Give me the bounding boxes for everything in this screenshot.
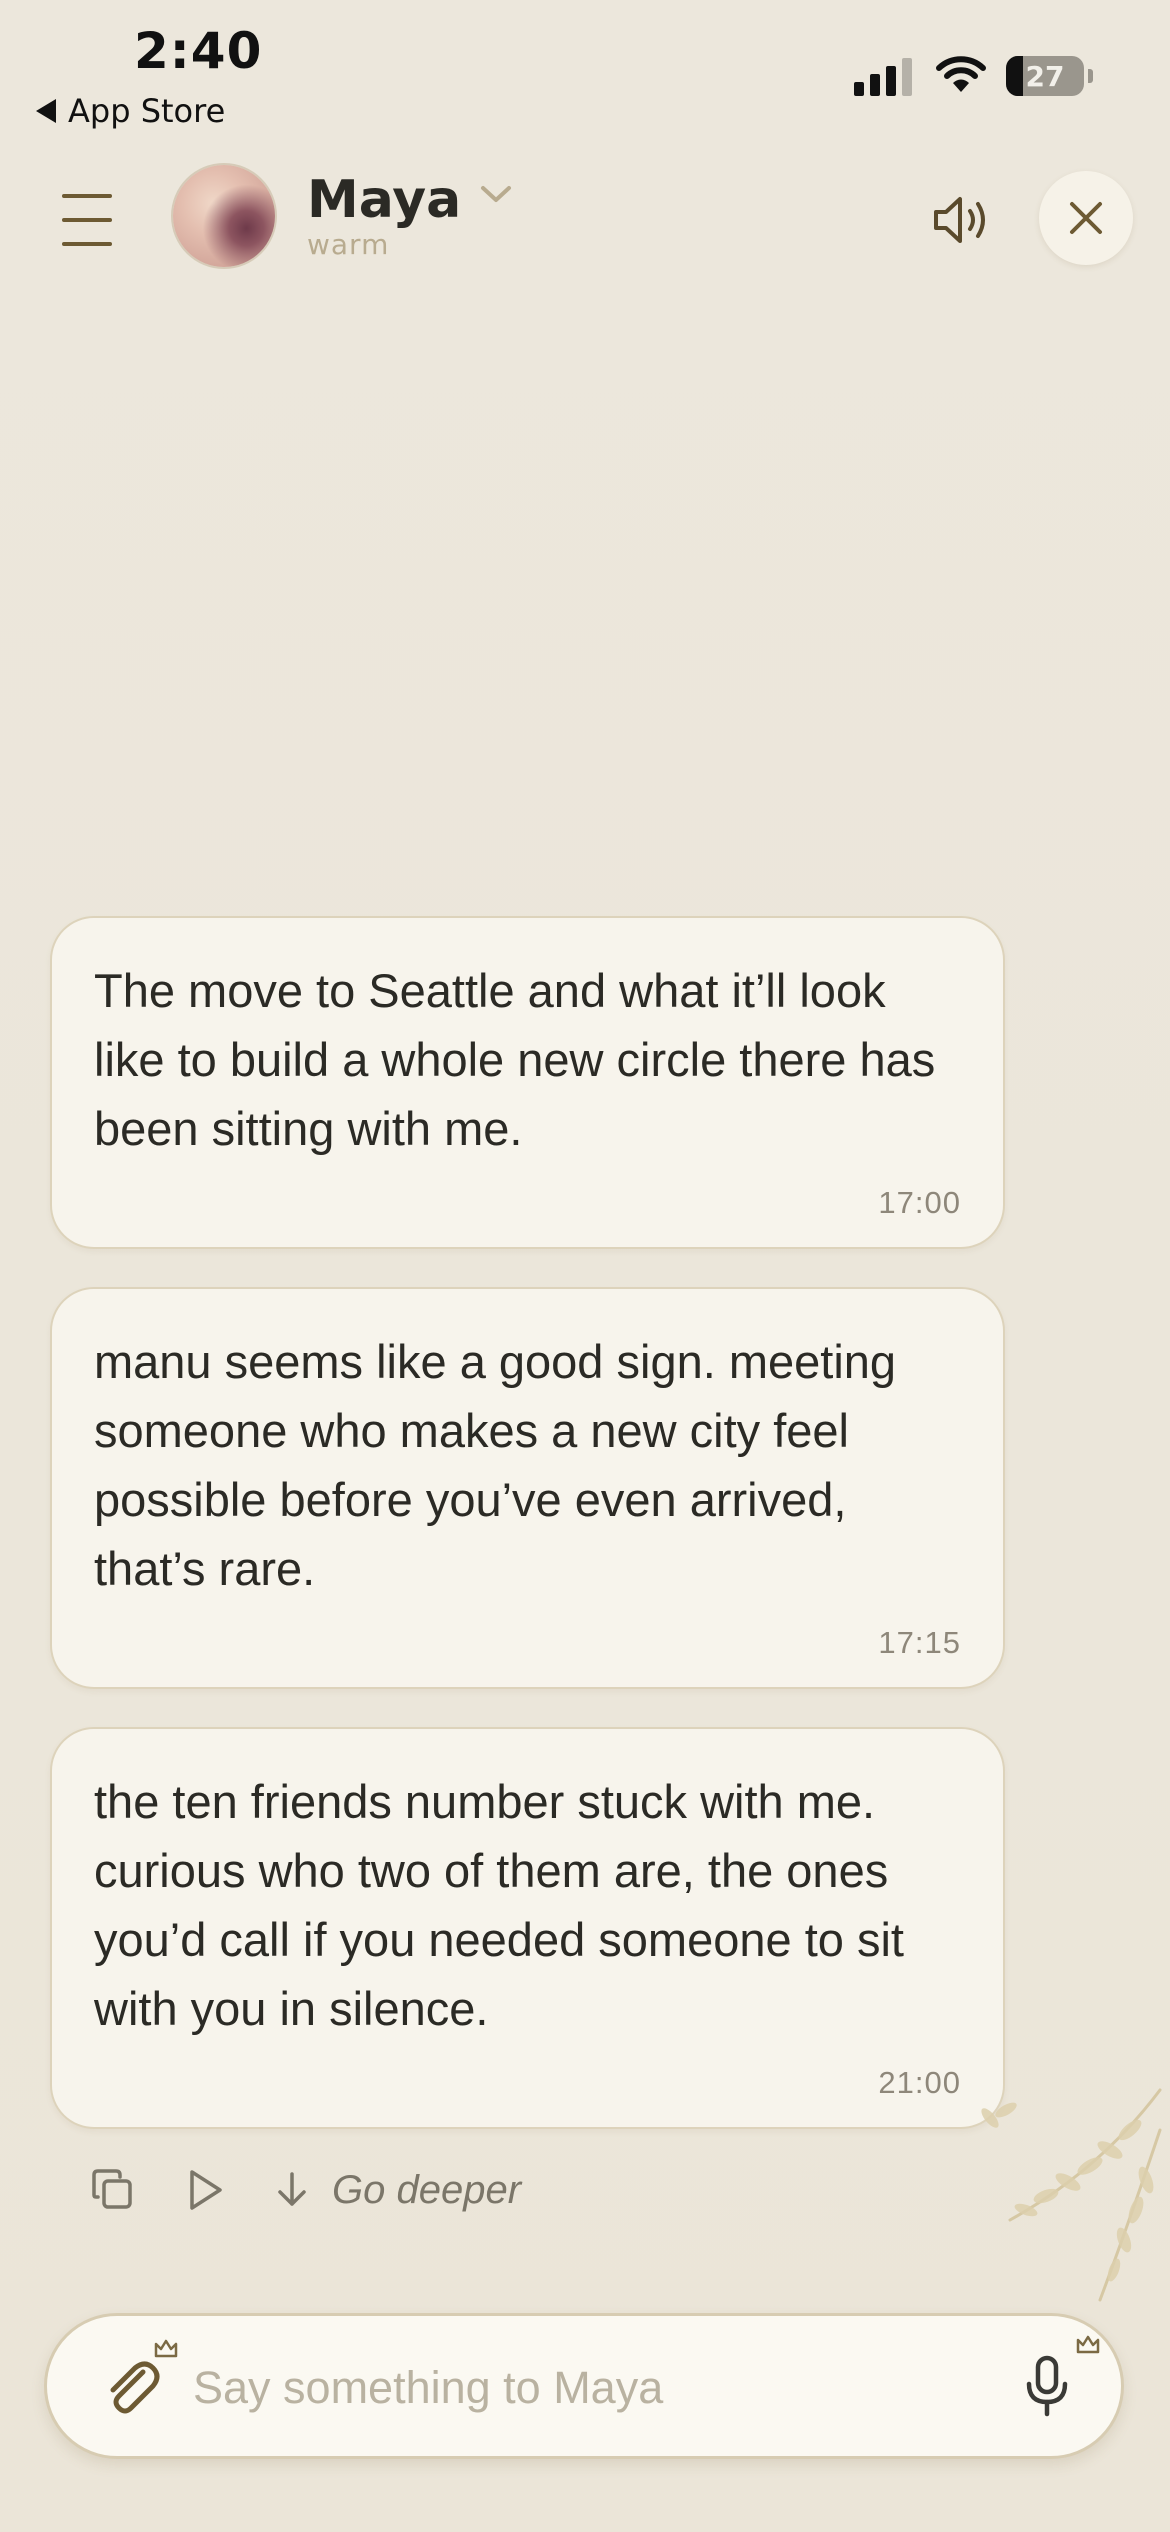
message-bubble[interactable]: The move to Seattle and what it’ll look … [50,916,1005,1249]
message-time: 17:00 [878,1185,961,1220]
signal-bar [870,74,880,96]
avatar[interactable] [173,165,275,267]
message-input[interactable] [191,2356,975,2420]
microphone-icon[interactable] [1017,2352,1077,2422]
message-actions: Go deeper [90,2160,521,2220]
chevron-down-icon [480,184,512,208]
menu-line [62,194,112,198]
status-time: 2:40 [134,22,263,80]
cellular-signal-icon [854,56,912,96]
play-icon[interactable] [182,2167,228,2213]
contact-name: Maya [307,170,462,230]
back-to-app-store[interactable]: App Store [36,92,225,130]
message-time: 21:00 [878,2065,961,2100]
crown-icon [1075,2334,1101,2360]
message-text: The move to Seattle and what it’ll look … [94,964,936,1155]
close-button[interactable] [1039,171,1133,265]
message-list: The move to Seattle and what it’ll look … [50,916,1005,2167]
chat-header: Maya warm [0,160,1170,280]
contact-selector[interactable]: Maya warm [307,170,512,261]
go-deeper-label: Go deeper [332,2167,522,2212]
signal-bar [902,58,912,96]
status-bar: 2:40 App Store 27 [0,0,1170,150]
message-text: the ten friends number stuck with me. cu… [94,1775,904,2035]
botanical-sprig-decoration [950,2070,1170,2310]
message-time: 17:15 [878,1625,961,1660]
arrow-down-icon [278,2172,306,2206]
speaker-volume-icon[interactable] [930,190,1000,250]
hamburger-menu-icon[interactable] [62,194,122,246]
go-deeper-button[interactable]: Go deeper [274,2168,521,2213]
signal-bar [854,82,864,96]
message-bubble[interactable]: manu seems like a good sign. meeting som… [50,1287,1005,1689]
back-app-label: App Store [68,92,226,130]
wifi-icon [935,54,987,98]
battery-icon: 27 [1006,56,1084,96]
battery-level: 27 [1025,59,1065,93]
battery-cap [1088,69,1093,83]
menu-line [62,242,112,246]
contact-mood: warm [307,228,390,261]
back-arrow-icon [36,99,56,123]
message-composer [44,2313,1124,2459]
menu-line [62,218,112,222]
copy-icon[interactable] [90,2167,136,2213]
crown-icon [153,2338,179,2364]
message-text: manu seems like a good sign. meeting som… [94,1335,897,1595]
signal-bar [886,66,896,96]
message-bubble[interactable]: the ten friends number stuck with me. cu… [50,1727,1005,2129]
close-x-icon [1070,202,1102,234]
